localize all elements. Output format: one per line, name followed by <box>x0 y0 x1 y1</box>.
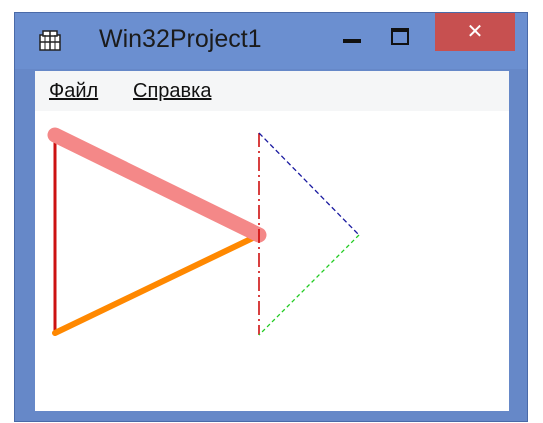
minimize-button[interactable] <box>333 19 373 57</box>
orange-line <box>52 232 262 336</box>
green-dashed-line <box>258 234 360 336</box>
application-window: Win32Project1 ✕ Файл Справка <box>14 12 528 422</box>
title-bar[interactable]: Win32Project1 ✕ <box>15 13 527 69</box>
application-icon[interactable] <box>39 29 61 51</box>
close-button[interactable]: ✕ <box>435 13 515 51</box>
minimize-icon <box>343 39 361 43</box>
drawing-surface <box>47 127 360 336</box>
menu-bar: Файл Справка <box>35 71 509 111</box>
menu-help-label: Справка <box>133 80 212 102</box>
menu-help[interactable]: Справка <box>133 79 211 103</box>
menu-file[interactable]: Файл <box>49 79 98 103</box>
close-icon: ✕ <box>466 19 484 43</box>
blue-dashed-line <box>258 132 360 236</box>
maximize-icon <box>391 28 409 45</box>
maximize-button[interactable] <box>381 19 421 57</box>
drawing-canvas[interactable] <box>35 111 509 411</box>
menu-file-label: Файл <box>49 80 99 102</box>
thick-pink-line <box>47 127 267 243</box>
window-title: Win32Project1 <box>99 25 262 53</box>
